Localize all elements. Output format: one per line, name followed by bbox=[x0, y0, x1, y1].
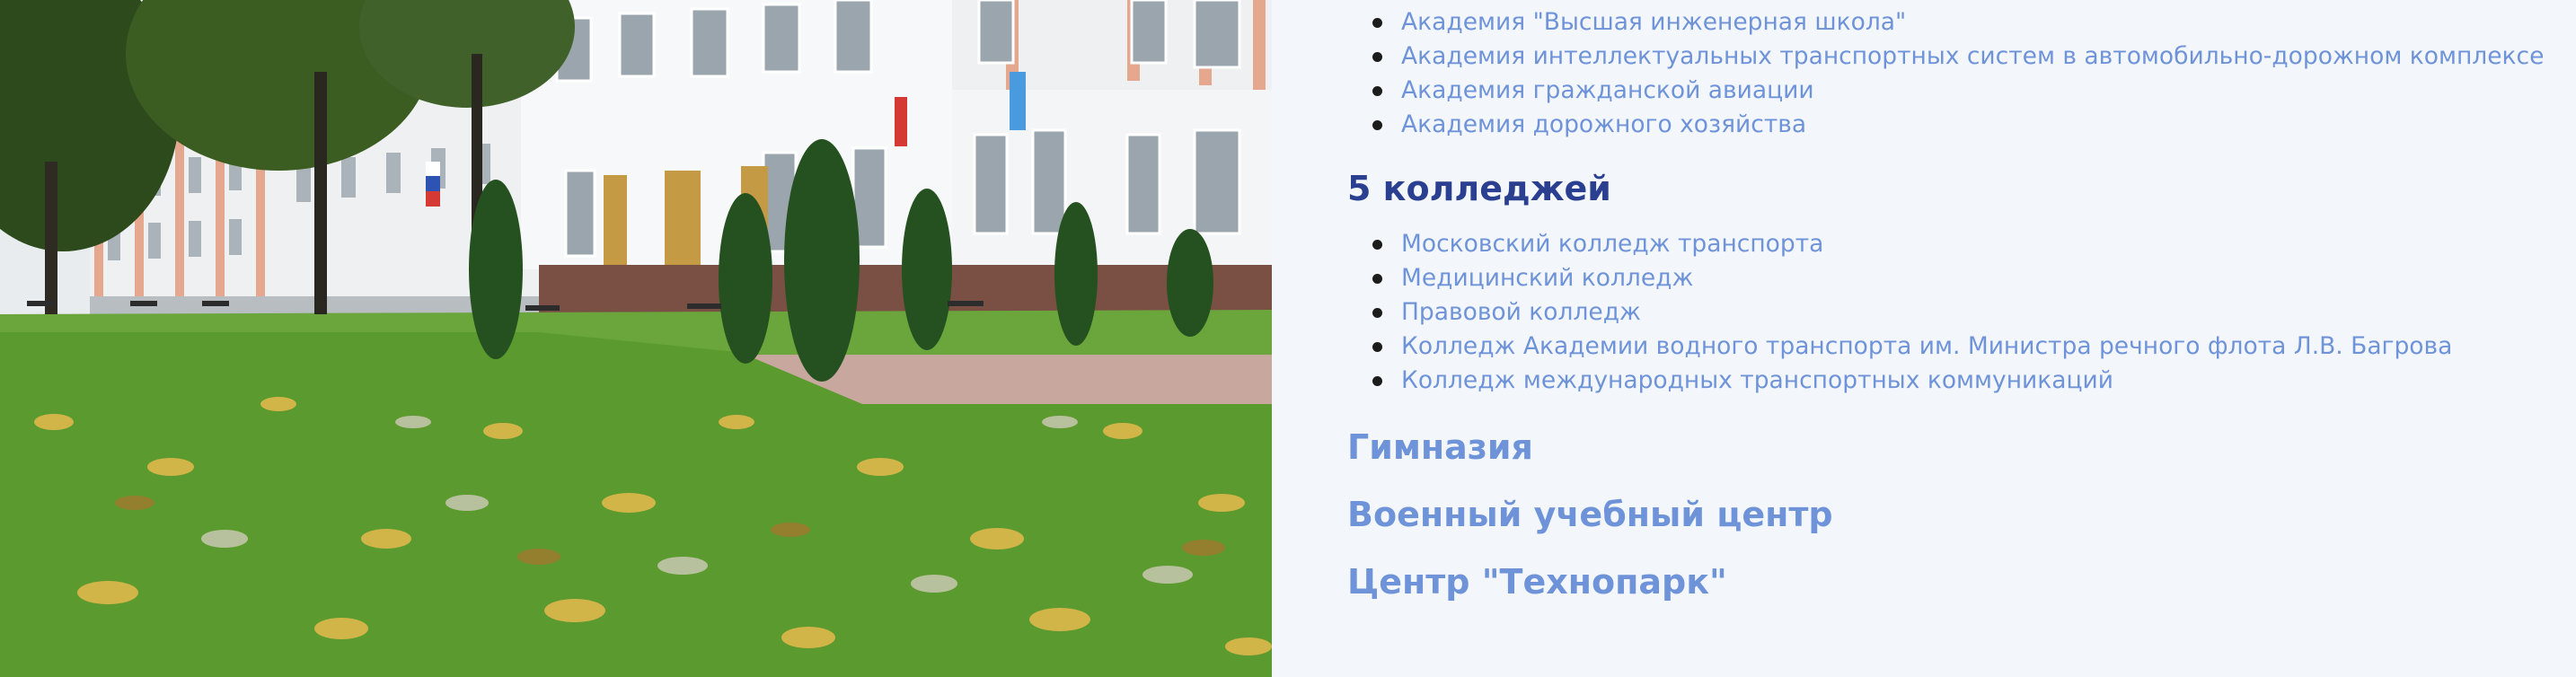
colleges-list: Московский колледж транспорта Медицински… bbox=[1347, 227, 2452, 398]
list-item: Московский колледж транспорта bbox=[1347, 227, 2452, 261]
bullet-icon bbox=[1372, 376, 1382, 386]
academy-link[interactable]: Академия интеллектуальных транспортных с… bbox=[1401, 42, 2544, 70]
technopark-link[interactable]: Центр "Технопарк" bbox=[1347, 560, 1727, 603]
list-item: Академия интеллектуальных транспортных с… bbox=[1347, 40, 2544, 74]
bullet-icon bbox=[1372, 274, 1382, 284]
campus-photo bbox=[0, 0, 1272, 677]
list-item: Академия "Высшая инженерная школа" bbox=[1347, 5, 2544, 40]
list-item: Академия дорожного хозяйства bbox=[1347, 108, 2544, 142]
gymnasium-link[interactable]: Гимназия bbox=[1347, 426, 1533, 469]
bullet-icon bbox=[1372, 308, 1382, 318]
list-item: Колледж международных транспортных комму… bbox=[1347, 364, 2452, 398]
college-link[interactable]: Медицинский колледж bbox=[1401, 264, 1693, 292]
campus-photo-illustration bbox=[0, 0, 1272, 677]
structure-content: Академия "Высшая инженерная школа" Акаде… bbox=[1272, 0, 2576, 677]
bullet-icon bbox=[1372, 120, 1382, 130]
list-item: Медицинский колледж bbox=[1347, 261, 2452, 295]
list-item: Колледж Академии водного транспорта им. … bbox=[1347, 330, 2452, 364]
academy-link[interactable]: Академия гражданской авиации bbox=[1401, 76, 1814, 104]
bullet-icon bbox=[1372, 240, 1382, 250]
academy-link[interactable]: Академия дорожного хозяйства bbox=[1401, 110, 1806, 138]
bullet-icon bbox=[1372, 52, 1382, 62]
colleges-heading: 5 колледжей bbox=[1347, 169, 1611, 208]
academies-list: Академия "Высшая инженерная школа" Акаде… bbox=[1347, 5, 2544, 142]
bullet-icon bbox=[1372, 342, 1382, 352]
college-link[interactable]: Колледж Академии водного транспорта им. … bbox=[1401, 332, 2452, 360]
military-center-link[interactable]: Военный учебный центр bbox=[1347, 493, 1833, 536]
bullet-icon bbox=[1372, 18, 1382, 28]
academy-link[interactable]: Академия "Высшая инженерная школа" bbox=[1401, 8, 1906, 36]
bullet-icon bbox=[1372, 86, 1382, 96]
college-link[interactable]: Правовой колледж bbox=[1401, 298, 1641, 326]
college-link[interactable]: Колледж международных транспортных комму… bbox=[1401, 366, 2113, 394]
college-link[interactable]: Московский колледж транспорта bbox=[1401, 230, 1823, 258]
page: Академия "Высшая инженерная школа" Акаде… bbox=[0, 0, 2576, 677]
list-item: Академия гражданской авиации bbox=[1347, 74, 2544, 108]
list-item: Правовой колледж bbox=[1347, 295, 2452, 330]
